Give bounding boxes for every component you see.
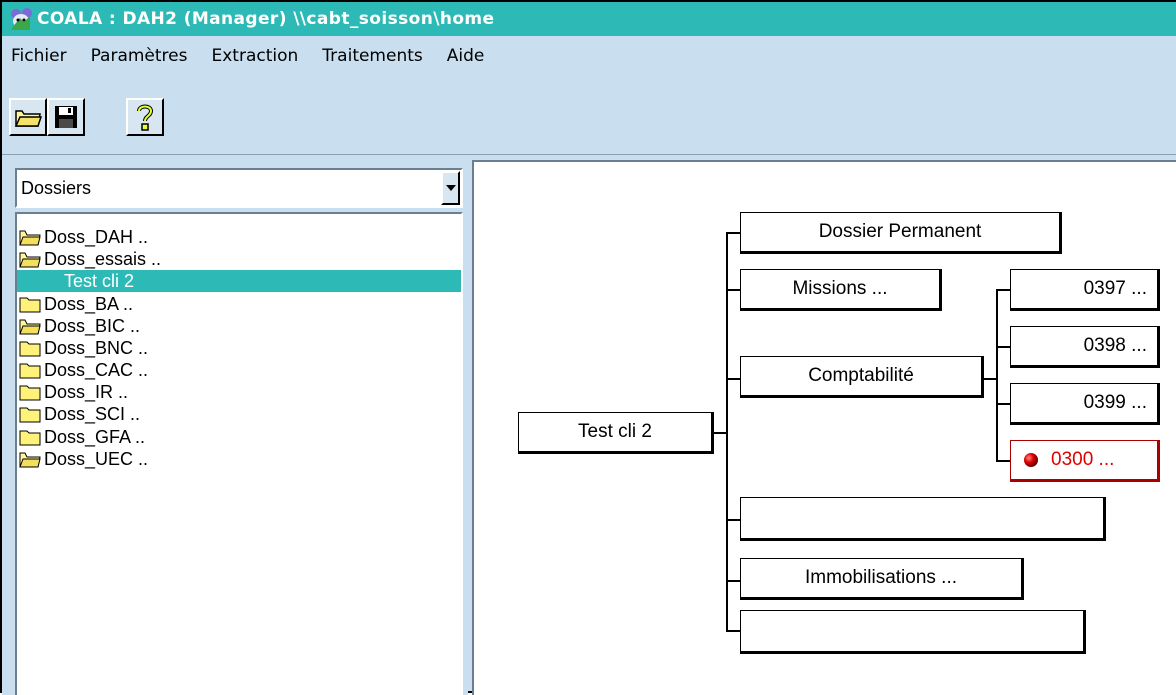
tree-item-label: Doss_BNC ..	[44, 337, 149, 358]
open-folder-icon	[14, 110, 42, 127]
connector-child-2	[996, 346, 1010, 348]
tree-item[interactable]: Doss_IR ..	[17, 381, 461, 403]
tree-item-label: Doss_BA ..	[44, 293, 134, 314]
tree-item-label: Doss_DAH ..	[44, 226, 149, 247]
connector-branch-1	[726, 232, 740, 234]
window-title: COALA : DAH2 (Manager) \\cabt_soisson\ho…	[37, 9, 495, 29]
node-immobilisations[interactable]: Immobilisations ...	[740, 558, 1024, 600]
tree-item[interactable]: Doss_essais ..	[17, 248, 461, 270]
folder-icon	[19, 363, 41, 379]
connector-branch-2	[726, 289, 740, 291]
title-bar: COALA : DAH2 (Manager) \\cabt_soisson\ho…	[2, 2, 1176, 36]
tree-item-label: Doss_UEC ..	[44, 448, 149, 469]
node-0300[interactable]: 0300 ...	[1010, 440, 1160, 482]
connector-root	[712, 432, 726, 434]
tree-item-label: Doss_CAC ..	[44, 359, 149, 380]
connector-branch-4	[726, 519, 740, 521]
tree-item-label: Doss_essais ..	[44, 248, 162, 269]
node-comptabilite[interactable]: Comptabilité	[740, 356, 984, 398]
node-empty-2[interactable]	[740, 610, 1086, 654]
node-label: Comptabilité	[808, 365, 914, 386]
tree-item[interactable]: Doss_SCI ..	[17, 403, 461, 425]
open-folder-icon	[19, 252, 41, 268]
view-selector-combo[interactable]: Dossiers	[15, 168, 463, 208]
connector-branch-3	[726, 378, 740, 380]
node-label: 0397 ...	[1083, 278, 1147, 299]
tree-item[interactable]: Doss_DAH ..	[17, 226, 461, 248]
folder-icon	[19, 341, 41, 357]
toolbar	[2, 76, 1176, 154]
connector-trunk	[726, 232, 728, 632]
node-label: Missions ...	[792, 278, 888, 299]
node-dossier-permanent[interactable]: Dossier Permanent	[740, 212, 1062, 254]
node-empty-1[interactable]	[740, 497, 1106, 541]
connector-child-3	[996, 403, 1010, 405]
node-0399[interactable]: 0399 ...	[1010, 383, 1160, 425]
menu-fichier[interactable]: Fichier	[11, 46, 67, 66]
menu-bar: Fichier Paramètres Extraction Traitement…	[2, 36, 1176, 76]
tree-item[interactable]: Doss_UEC ..	[17, 448, 461, 470]
node-label: 0398 ...	[1083, 335, 1147, 356]
red-alert-dot-icon	[1024, 453, 1038, 467]
tree-item-label: Test cli 2	[64, 270, 135, 291]
save-disk-icon	[55, 106, 77, 128]
open-folder-icon	[19, 230, 41, 246]
help-button[interactable]	[126, 98, 164, 136]
connector-compta-trunk	[996, 289, 998, 461]
app-window: COALA : DAH2 (Manager) \\cabt_soisson\ho…	[0, 0, 1176, 695]
help-question-icon	[137, 104, 154, 131]
connector-branch-6	[726, 630, 740, 632]
koala-app-icon	[11, 8, 32, 30]
save-button[interactable]	[47, 98, 85, 136]
menu-traitements[interactable]: Traitements	[322, 46, 422, 66]
menu-aide[interactable]: Aide	[447, 46, 485, 66]
open-folder-icon	[19, 319, 41, 335]
left-panel: Dossiers Doss_DAH .. Doss_essais .. Test c…	[2, 160, 468, 695]
root-node[interactable]: Test cli 2	[518, 412, 714, 454]
node-label: 0300 ...	[1051, 449, 1115, 470]
tree-item[interactable]: Doss_BA ..	[17, 293, 461, 315]
node-label: Dossier Permanent	[818, 221, 982, 242]
tree-item[interactable]: Doss_CAC ..	[17, 359, 461, 381]
tree-item[interactable]: Test cli 2	[17, 270, 461, 292]
folder-icon	[19, 407, 41, 423]
connector-branch-5	[726, 580, 740, 582]
open-button[interactable]	[9, 98, 47, 136]
tree-item[interactable]: Doss_BNC ..	[17, 337, 461, 359]
tree-item-label: Doss_BIC ..	[44, 315, 141, 336]
combo-value: Dossiers	[21, 177, 92, 198]
folder-icon	[19, 430, 41, 446]
open-folder-icon	[19, 452, 41, 468]
diagram-panel: Test cli 2 Dossier Permanent Missions ..…	[472, 160, 1176, 695]
tree-item[interactable]: Doss_BIC ..	[17, 315, 461, 337]
tree-item-label: Doss_GFA ..	[44, 426, 146, 447]
folder-tree: Doss_DAH .. Doss_essais .. Test cli 2 Doss_…	[15, 212, 463, 695]
menu-parametres[interactable]: Paramètres	[91, 46, 188, 66]
connector-child-4	[996, 460, 1010, 462]
connector-compta	[982, 378, 996, 380]
tree-item-label: Doss_IR ..	[44, 381, 129, 402]
node-0397[interactable]: 0397 ...	[1010, 269, 1160, 311]
chevron-down-icon	[445, 185, 456, 191]
tree-item[interactable]: Doss_GFA ..	[17, 426, 461, 448]
folder-icon	[19, 385, 41, 401]
node-missions[interactable]: Missions ...	[740, 269, 942, 311]
menu-extraction[interactable]: Extraction	[212, 46, 299, 66]
dropdown-arrow-button[interactable]	[441, 171, 460, 205]
node-label: 0399 ...	[1083, 392, 1147, 413]
root-node-label: Test cli 2	[578, 421, 652, 442]
tree-item-label: Doss_SCI ..	[44, 403, 141, 424]
connector-child-1	[996, 289, 1010, 291]
node-0398[interactable]: 0398 ...	[1010, 326, 1160, 368]
node-label: Immobilisations ...	[804, 567, 958, 588]
folder-icon	[19, 297, 41, 313]
